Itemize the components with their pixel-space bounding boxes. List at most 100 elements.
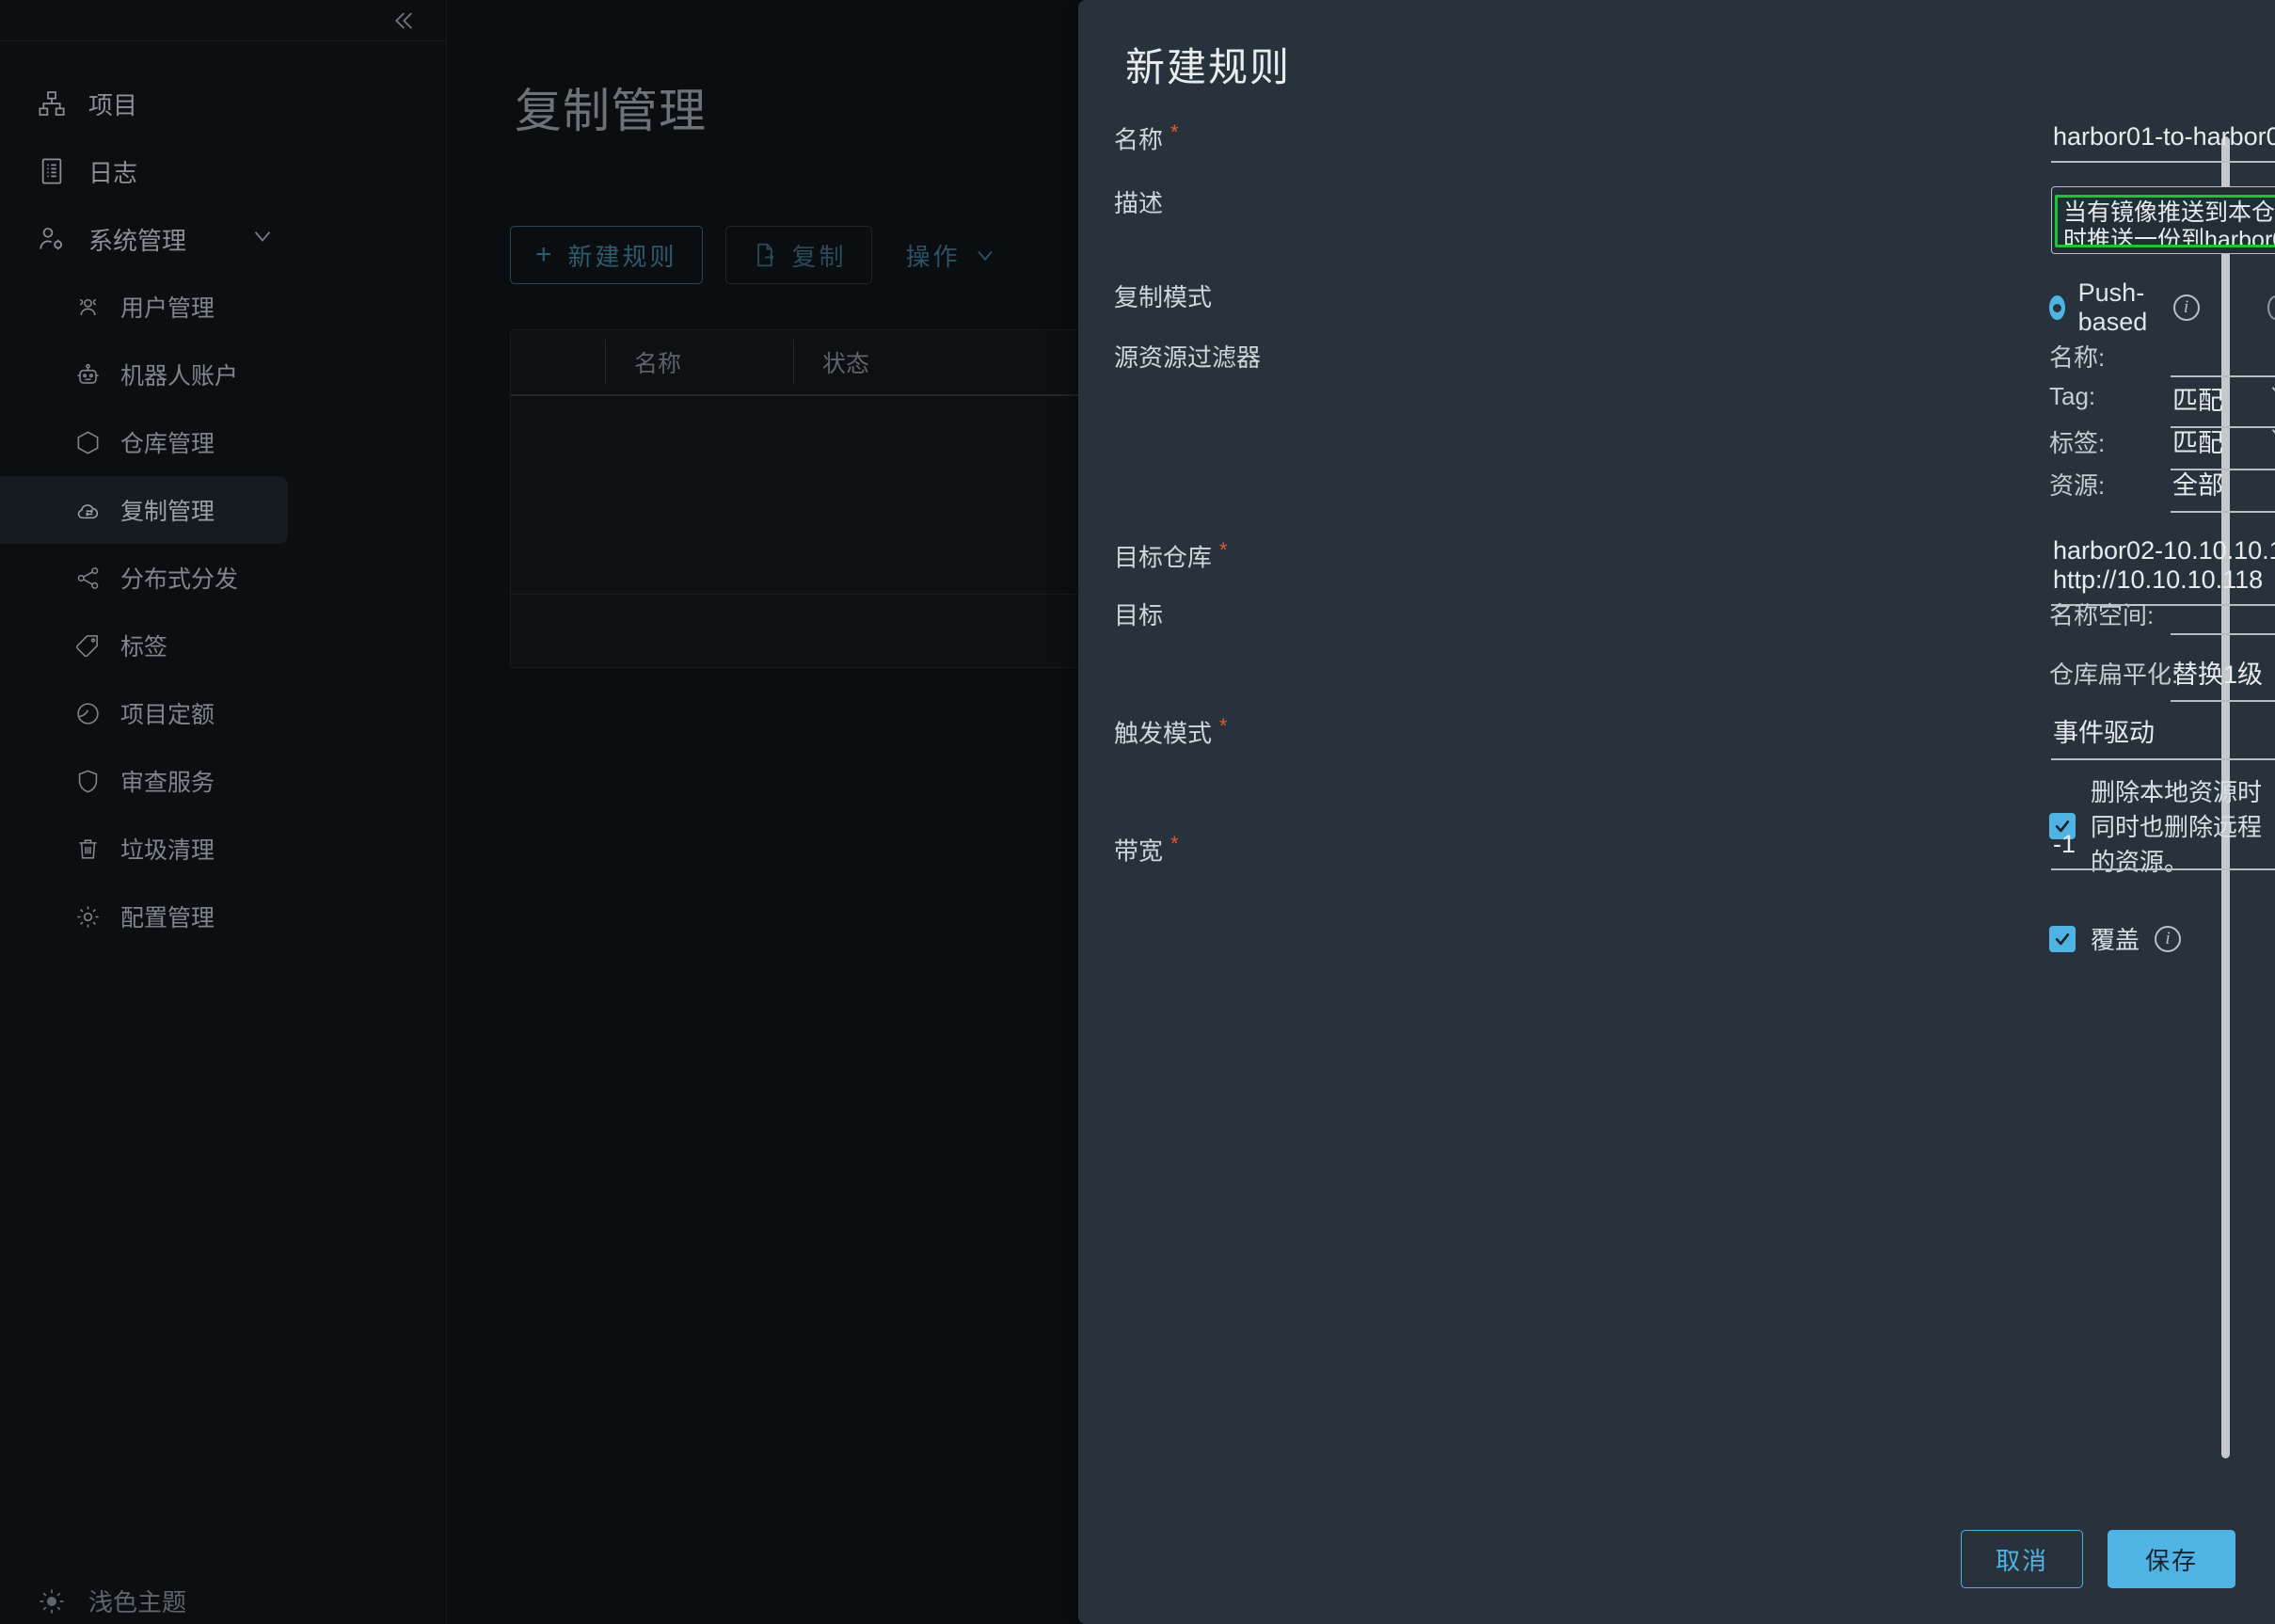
source-filter-label: 源资源过滤器: [1114, 343, 1262, 372]
cancel-button[interactable]: 取消: [1960, 1530, 2083, 1588]
chevron-down-icon: [2267, 378, 2275, 409]
share-icon: [73, 564, 102, 592]
actions-dropdown[interactable]: 操作: [906, 238, 998, 273]
plus-icon: +: [535, 239, 555, 270]
destination-label: 目标: [1114, 601, 1164, 629]
radio-push-based-label: Push-based: [2077, 279, 2148, 336]
checkbox-checked-icon[interactable]: [2049, 925, 2076, 952]
sidebar-item-interrogation-services[interactable]: 审查服务: [0, 747, 446, 815]
sidebar-item-logs[interactable]: 日志: [0, 137, 446, 205]
radio-push-based[interactable]: Push-based: [2049, 279, 2156, 337]
new-rule-label: 新建规则: [567, 242, 677, 271]
filter-tag-mode-value: 匹配: [2172, 387, 2223, 415]
name-field-label: 名称 *: [1114, 120, 1179, 154]
filter-name-input[interactable]: [2171, 333, 2275, 377]
description-textarea-wrapper[interactable]: 当有镜像推送到本仓库时,则同时推送一份到harbor02 ◹: [2051, 186, 2275, 254]
column-header-status[interactable]: 状态: [793, 340, 1094, 385]
sidebar-item-label: 日志: [88, 158, 138, 187]
gear-icon: [73, 902, 102, 931]
name-input[interactable]: [2051, 119, 2275, 163]
toolbar: + 新建规则 复制 操作: [510, 226, 998, 284]
filter-resource-label: 资源:: [2049, 471, 2106, 500]
destination-namespace-label: 名称空间:: [2049, 601, 2155, 629]
override-label: 覆盖: [2091, 926, 2140, 954]
sidebar-item-label: 配置管理: [120, 905, 215, 931]
sidebar-topbar: [0, 0, 446, 41]
sidebar-item-label: 系统管理: [88, 226, 187, 255]
filter-label-mode-value: 匹配: [2172, 429, 2223, 457]
sidebar-item-projects[interactable]: 项目: [0, 70, 446, 137]
filter-name-label: 名称:: [2049, 343, 2106, 372]
trigger-mode-select[interactable]: 事件驱动: [2051, 709, 2275, 760]
app-root: 项目 日志 系统管理 用户管理 机器人账户 仓库管理 复制管理 分布式分发 标签…: [0, 0, 2275, 1624]
sidebar-item-replication[interactable]: 复制管理: [0, 476, 288, 544]
list-icon: [36, 155, 68, 187]
sidebar-item-label: 仓库管理: [120, 431, 215, 457]
theme-toggle[interactable]: 浅色主题: [36, 1584, 186, 1618]
sidebar-item-label: 用户管理: [120, 295, 215, 322]
save-button[interactable]: 保存: [2107, 1530, 2235, 1588]
destination-flattening-select[interactable]: 替换1级: [2171, 650, 2275, 702]
sidebar-item-garbage-collection[interactable]: 垃圾清理: [0, 815, 446, 883]
destination-flattening-label: 仓库扁平化:: [2049, 661, 2179, 689]
sitemap-icon: [36, 88, 68, 119]
trash-icon: [73, 835, 102, 863]
description-textarea[interactable]: 当有镜像推送到本仓库时,则同时推送一份到harbor02: [2055, 195, 2275, 247]
sidebar-item-label: 审查服务: [120, 770, 215, 796]
filter-resource-select[interactable]: 全部: [2171, 461, 2275, 513]
double-chevron-left-icon[interactable]: [384, 2, 422, 40]
override-checkbox-row[interactable]: 覆盖 i: [2049, 921, 2182, 956]
radio-pull-based[interactable]: Pull-based: [2267, 279, 2275, 337]
sidebar-item-registries[interactable]: 仓库管理: [0, 408, 446, 476]
cloud-sync-icon: [73, 496, 102, 524]
trigger-mode-value: 事件驱动: [2053, 719, 2155, 747]
filter-resource-value: 全部: [2172, 471, 2223, 500]
sidebar-item-labels[interactable]: 标签: [0, 612, 446, 679]
users-icon: [73, 293, 102, 321]
sidebar-item-label: 项目: [88, 90, 138, 119]
user-gear-icon: [36, 223, 68, 255]
dialog-title: 新建规则: [1125, 45, 1292, 89]
page-title: 复制管理: [515, 85, 707, 137]
sidebar-item-robot-accounts[interactable]: 机器人账户: [0, 341, 446, 408]
chevron-down-icon[interactable]: [248, 222, 277, 257]
new-rule-dialog: 新建规则 名称* 描述 当有镜像推送到本仓库时,则同时推送一份到harbor02…: [1078, 0, 2275, 1624]
info-icon[interactable]: i: [2155, 925, 2182, 952]
theme-toggle-label: 浅色主题: [88, 1588, 187, 1616]
sidebar-nav: 项目 日志 系统管理 用户管理 机器人账户 仓库管理 复制管理 分布式分发 标签…: [0, 41, 446, 950]
actions-label: 操作: [905, 242, 961, 271]
field-row-trigger-mode: 触发模式 *: [1114, 714, 1357, 750]
sidebar-item-user-management[interactable]: 用户管理: [0, 273, 446, 341]
sidebar-item-distribution[interactable]: 分布式分发: [0, 544, 446, 612]
cube-icon: [73, 428, 102, 456]
filter-label-label: 标签:: [2049, 429, 2106, 457]
replicate-label: 复制: [791, 242, 847, 271]
bandwidth-input[interactable]: [2051, 826, 2275, 870]
required-marker: *: [1170, 120, 1179, 144]
field-row-source-filter: 源资源过滤器: [1114, 339, 1357, 374]
filter-tag-label: Tag:: [2049, 382, 2096, 410]
destination-namespace-input[interactable]: [2171, 591, 2275, 635]
sidebar-item-system-admin[interactable]: 系统管理: [0, 205, 446, 273]
sidebar-item-project-quotas[interactable]: 项目定额: [0, 679, 446, 747]
destination-flattening-value: 替换1级: [2172, 661, 2264, 689]
field-row-bandwidth: 带宽 *: [1114, 832, 1357, 868]
copy-export-icon: [751, 241, 779, 269]
sidebar-item-label: 复制管理: [120, 499, 215, 525]
robot-icon: [73, 360, 102, 389]
replication-mode-label: 复制模式: [1114, 283, 1213, 311]
field-row-replication-mode: 复制模式: [1114, 279, 1357, 313]
sun-icon: [36, 1585, 68, 1617]
column-header-name[interactable]: 名称: [605, 340, 793, 385]
target-registry-label: 目标仓库 *: [1114, 538, 1228, 572]
replicate-button[interactable]: 复制: [724, 226, 872, 284]
info-icon[interactable]: i: [2172, 295, 2200, 321]
shield-icon: [73, 767, 102, 795]
new-rule-button[interactable]: + 新建规则: [510, 226, 703, 284]
field-row-description: 描述: [1114, 184, 1357, 219]
sidebar-item-configuration[interactable]: 配置管理: [0, 883, 446, 950]
required-marker: *: [1219, 714, 1228, 738]
required-marker: *: [1170, 832, 1179, 855]
bandwidth-label: 带宽 *: [1114, 832, 1179, 866]
sidebar-item-label: 机器人账户: [120, 363, 239, 390]
